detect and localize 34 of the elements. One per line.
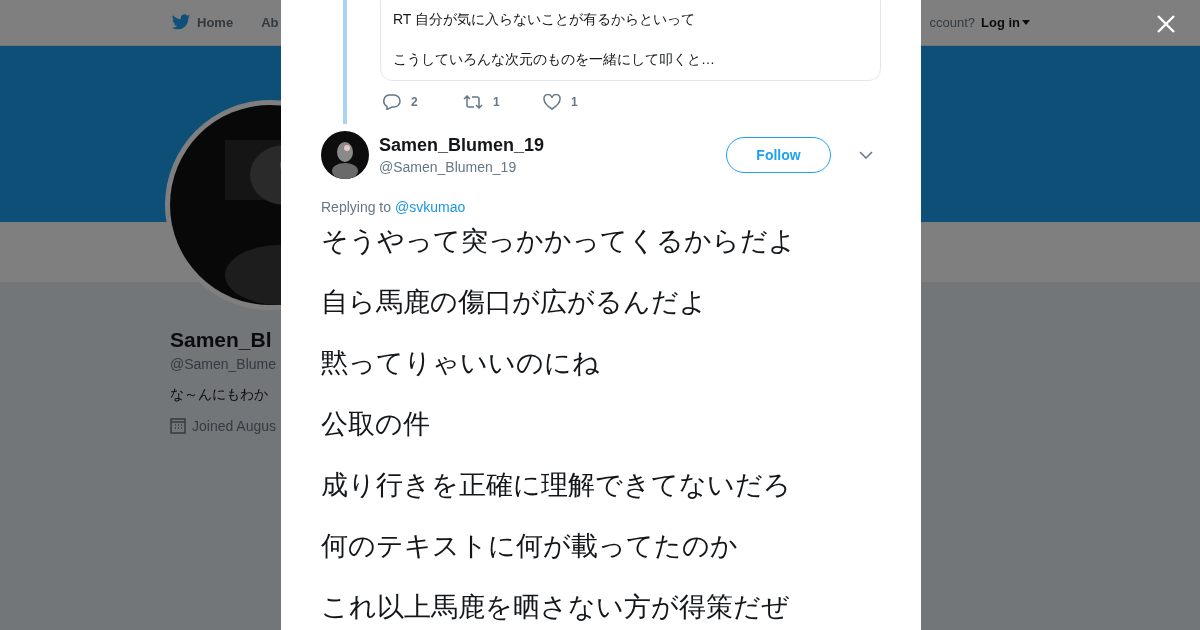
mention-link[interactable]: @svkumao bbox=[395, 199, 466, 215]
tweet-text: 黙ってりゃいいのにね bbox=[321, 347, 601, 380]
nav-link[interactable]: Home bbox=[171, 14, 234, 31]
tweet-text: 自ら馬鹿の傷口が広がるんだよ bbox=[321, 286, 708, 319]
calendar-icon bbox=[170, 418, 186, 434]
user-handle[interactable]: @Samen_Blumen_19 bbox=[379, 159, 716, 175]
bird-icon bbox=[171, 14, 191, 31]
chevron-down-icon[interactable] bbox=[859, 151, 873, 159]
action-count: 2 bbox=[411, 95, 418, 109]
tweet-text: 何のテキストに何が載ってたのか bbox=[321, 530, 739, 563]
quoted-text: こうしていろんな次元のものを一緒にして叩くと… bbox=[393, 50, 716, 69]
tweet-text: これ以上馬鹿を晒さない方が得策だぜ bbox=[321, 591, 790, 624]
profile-handle: @Samen_Blume bbox=[170, 356, 277, 372]
user-name[interactable]: Samen_Blumen_19 bbox=[379, 135, 716, 156]
profile-bio: な～んにもわか bbox=[170, 386, 268, 404]
joined-date: Joined Augus bbox=[192, 418, 277, 434]
reply-icon[interactable] bbox=[383, 94, 401, 110]
action-count: 1 bbox=[493, 95, 500, 109]
retweet-icon[interactable] bbox=[463, 94, 483, 110]
heart-icon[interactable] bbox=[543, 94, 561, 110]
login-link[interactable]: Log in bbox=[981, 15, 1030, 30]
quoted-tweet-card[interactable]: RT 自分が気に入らないことが有るからといって こうしていろんな次元のものを一緒にして叩くと… bbox=[380, 0, 881, 81]
profile-name: Samen_Bl bbox=[170, 328, 272, 352]
close-icon[interactable] bbox=[1157, 15, 1175, 33]
tweet-text: 成り行きを正確に理解できてないだろ bbox=[321, 469, 792, 502]
nav-link[interactable]: Ab bbox=[261, 15, 279, 30]
replying-label: Replying to bbox=[321, 199, 392, 215]
quoted-text: RT 自分が気に入らないことが有るからといって bbox=[393, 10, 697, 29]
follow-button[interactable]: Follow bbox=[726, 137, 831, 173]
caret-icon bbox=[1022, 20, 1030, 25]
account-prompt: ccount? bbox=[929, 15, 975, 30]
tweet-text: そうやって突っかかってくるからだよ bbox=[321, 225, 797, 258]
tweet-text: 公取の件 bbox=[321, 408, 431, 441]
action-count: 1 bbox=[571, 95, 578, 109]
